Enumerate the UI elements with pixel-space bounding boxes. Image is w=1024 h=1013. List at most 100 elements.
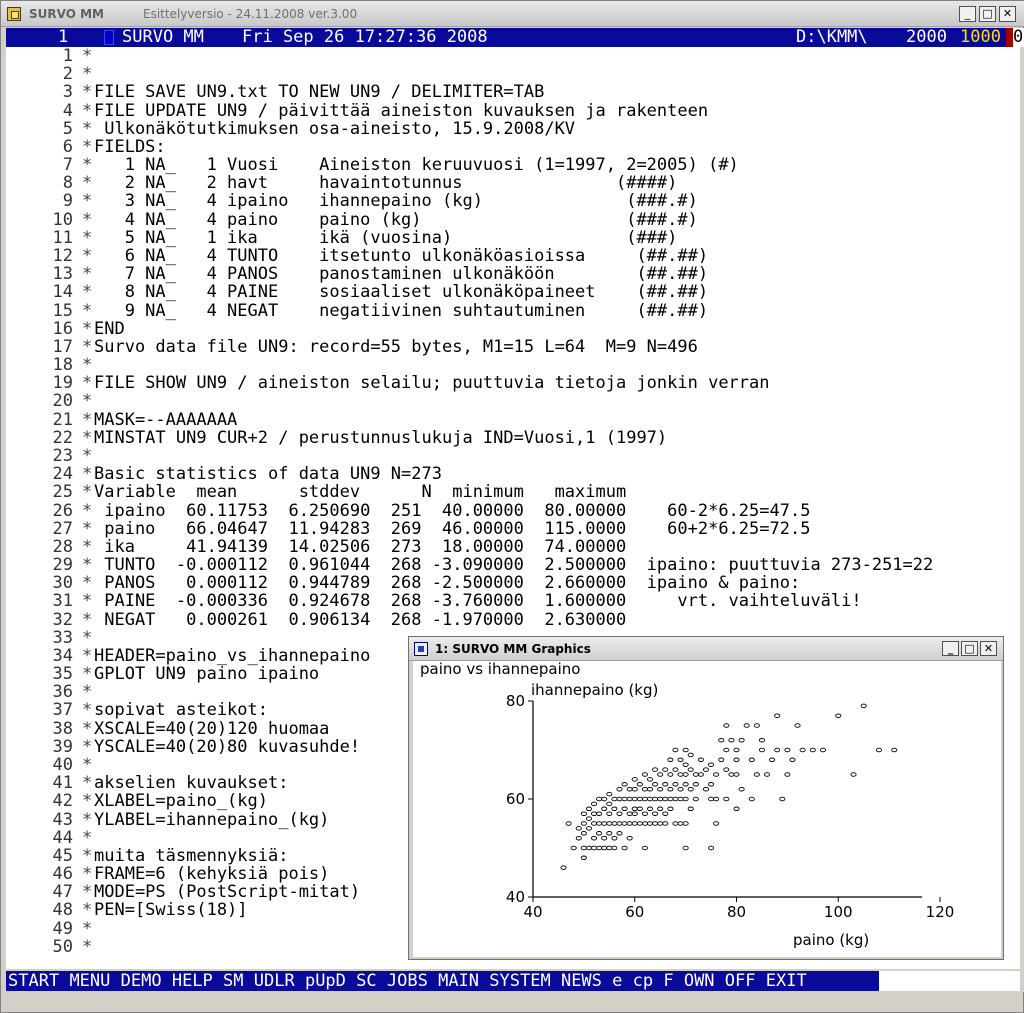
control-column[interactable]: *: [82, 411, 92, 429]
control-column[interactable]: *: [82, 211, 92, 229]
line-text[interactable]: ipaino 60.11753 6.250690 251 40.00000 80…: [94, 502, 810, 520]
control-column[interactable]: *: [82, 120, 92, 138]
control-column[interactable]: *: [82, 465, 92, 483]
control-column[interactable]: *: [82, 938, 92, 956]
line-text[interactable]: END: [94, 320, 125, 338]
key-system[interactable]: SYSTEM: [489, 971, 550, 991]
line-text[interactable]: XSCALE=40(20)120 huomaa: [94, 720, 329, 738]
edit-line[interactable]: 4 * FILE UPDATE UN9 / päivittää aineiston …: [6, 102, 1020, 120]
key-help[interactable]: HELP: [172, 971, 213, 991]
control-column[interactable]: *: [82, 356, 92, 374]
control-column[interactable]: *: [82, 901, 92, 919]
control-column[interactable]: *: [82, 483, 92, 501]
control-column[interactable]: *: [82, 756, 92, 774]
control-column[interactable]: *: [82, 738, 92, 756]
graphics-maximize-button[interactable]: □: [961, 641, 978, 656]
line-text[interactable]: FILE SAVE UN9.txt TO NEW UN9 / DELIMITER…: [94, 83, 544, 101]
control-column[interactable]: *: [82, 847, 92, 865]
line-text[interactable]: PAINE -0.000336 0.924678 268 -3.760000 1…: [94, 592, 861, 610]
line-text[interactable]: FILE SHOW UN9 / aineiston selailu; puutt…: [94, 374, 770, 392]
line-text[interactable]: XLABEL=paino_(kg): [94, 792, 268, 810]
edit-line[interactable]: 31 * PAINE -0.000336 0.924678 268 -3.7600…: [6, 592, 1020, 610]
edit-line[interactable]: 14 * 8 NA_ 4 PAINE sosiaaliset ulkonäköpa…: [6, 283, 1020, 301]
edit-line[interactable]: 23 *: [6, 447, 1020, 465]
line-text[interactable]: Variable mean stddev N minimum maximum: [94, 483, 626, 501]
control-column[interactable]: *: [82, 265, 92, 283]
control-column[interactable]: *: [82, 229, 92, 247]
edit-line[interactable]: 21 * MASK=--AAAAAAA: [6, 411, 1020, 429]
edit-line[interactable]: 17 * Survo data file UN9: record=55 bytes,…: [6, 338, 1020, 356]
edit-line[interactable]: 32 * NEGAT 0.000261 0.906134 268 -1.97000…: [6, 611, 1020, 629]
line-text[interactable]: YSCALE=40(20)80 kuvasuhde!: [94, 738, 360, 756]
line-text[interactable]: FRAME=6 (kehyksiä pois): [94, 865, 329, 883]
line-text[interactable]: 5 NA_ 1 ika ikä (vuosina) (###): [94, 229, 678, 247]
line-text[interactable]: FILE UPDATE UN9 / päivittää aineiston ku…: [94, 102, 708, 120]
control-column[interactable]: *: [82, 283, 92, 301]
control-column[interactable]: *: [82, 102, 92, 120]
line-text[interactable]: akselien kuvaukset:: [94, 774, 288, 792]
graphics-minimize-button[interactable]: _: [942, 641, 959, 656]
control-column[interactable]: *: [82, 665, 92, 683]
edit-line[interactable]: 30 * PANOS 0.000112 0.944789 268 -2.50000…: [6, 574, 1020, 592]
line-text[interactable]: Basic statistics of data UN9 N=273: [94, 465, 442, 483]
edit-line[interactable]: 12 * 6 NA_ 4 TUNTO itsetunto ulkonäköasio…: [6, 247, 1020, 265]
edit-line[interactable]: 16 * END: [6, 320, 1020, 338]
control-column[interactable]: *: [82, 174, 92, 192]
line-text[interactable]: 6 NA_ 4 TUNTO itsetunto ulkonäköasioissa…: [94, 247, 708, 265]
edit-line[interactable]: 7 * 1 NA_ 1 Vuosi Aineiston keruuvuosi (1…: [6, 156, 1020, 174]
edit-line[interactable]: 8 * 2 NA_ 2 havt havaintotunnus (####): [6, 174, 1020, 192]
key-udlr[interactable]: UDLR: [254, 971, 295, 991]
line-text[interactable]: HEADER=paino_vs_ihannepaino: [94, 647, 370, 665]
edit-line[interactable]: 15 * 9 NA_ 4 NEGAT negatiivinen suhtautum…: [6, 302, 1020, 320]
control-column[interactable]: *: [82, 701, 92, 719]
control-column[interactable]: *: [82, 556, 92, 574]
line-text[interactable]: 1 NA_ 1 Vuosi Aineiston keruuvuosi (1=19…: [94, 156, 739, 174]
window-title-bar[interactable]: SURVO MM Esittelyversio - 24.11.2008 ver…: [1, 1, 1024, 27]
control-column[interactable]: *: [82, 502, 92, 520]
graphics-window[interactable]: 1: SURVO MM Graphics _ □ ✕ paino vs ihan…: [408, 636, 1004, 960]
key-jobs[interactable]: JOBS: [387, 971, 428, 991]
control-column[interactable]: *: [82, 920, 92, 938]
line-text[interactable]: NEGAT 0.000261 0.906134 268 -1.970000 2.…: [94, 611, 626, 629]
edit-line[interactable]: 19 * FILE SHOW UN9 / aineiston selailu; pu…: [6, 374, 1020, 392]
control-column[interactable]: *: [82, 574, 92, 592]
key-f[interactable]: F: [663, 971, 673, 991]
control-column[interactable]: *: [82, 720, 92, 738]
maximize-button[interactable]: □: [979, 6, 996, 22]
edit-line[interactable]: 11 * 5 NA_ 1 ika ikä (vuosina) (###): [6, 229, 1020, 247]
edit-line[interactable]: 29 * TUNTO -0.000112 0.961044 268 -3.0900…: [6, 556, 1020, 574]
control-column[interactable]: *: [82, 538, 92, 556]
control-column[interactable]: *: [82, 774, 92, 792]
line-text[interactable]: 8 NA_ 4 PAINE sosiaaliset ulkonäköpainee…: [94, 283, 708, 301]
control-column[interactable]: *: [82, 156, 92, 174]
key-pupd[interactable]: pUpD: [305, 971, 346, 991]
edit-line[interactable]: 28 * ika 41.94139 14.02506 273 18.00000 7…: [6, 538, 1020, 556]
control-column[interactable]: *: [82, 447, 92, 465]
line-text[interactable]: 2 NA_ 2 havt havaintotunnus (####): [94, 174, 678, 192]
edit-line[interactable]: 5 * Ulkonäkötutkimuksen osa-aineisto, 15.…: [6, 120, 1020, 138]
control-column[interactable]: *: [82, 65, 92, 83]
control-column[interactable]: *: [82, 83, 92, 101]
key-demo[interactable]: DEMO: [121, 971, 162, 991]
line-text[interactable]: 4 NA_ 4 paino paino (kg) (###.#): [94, 211, 698, 229]
control-column[interactable]: *: [82, 47, 92, 65]
edit-line[interactable]: 3 * FILE SAVE UN9.txt TO NEW UN9 / DELIMIT…: [6, 83, 1020, 101]
control-column[interactable]: *: [82, 320, 92, 338]
line-text[interactable]: 7 NA_ 4 PANOS panostaminen ulkonäköön (#…: [94, 265, 708, 283]
control-column[interactable]: *: [82, 429, 92, 447]
edit-line[interactable]: 24 * Basic statistics of data UN9 N=273: [6, 465, 1020, 483]
line-text[interactable]: FIELDS:: [94, 138, 166, 156]
control-column[interactable]: *: [82, 192, 92, 210]
edit-line[interactable]: 20 *: [6, 392, 1020, 410]
key-sm[interactable]: SM: [223, 971, 243, 991]
control-column[interactable]: *: [82, 811, 92, 829]
app-icon[interactable]: [7, 7, 21, 21]
close-button[interactable]: ✕: [999, 6, 1016, 22]
edit-line[interactable]: 22 * MINSTAT UN9 CUR+2 / perustunnuslukuja…: [6, 429, 1020, 447]
graphics-close-button[interactable]: ✕: [980, 641, 997, 656]
control-column[interactable]: *: [82, 374, 92, 392]
key-sc[interactable]: SC: [356, 971, 376, 991]
edit-line[interactable]: 18 *: [6, 356, 1020, 374]
control-column[interactable]: *: [82, 829, 92, 847]
control-column[interactable]: *: [82, 792, 92, 810]
